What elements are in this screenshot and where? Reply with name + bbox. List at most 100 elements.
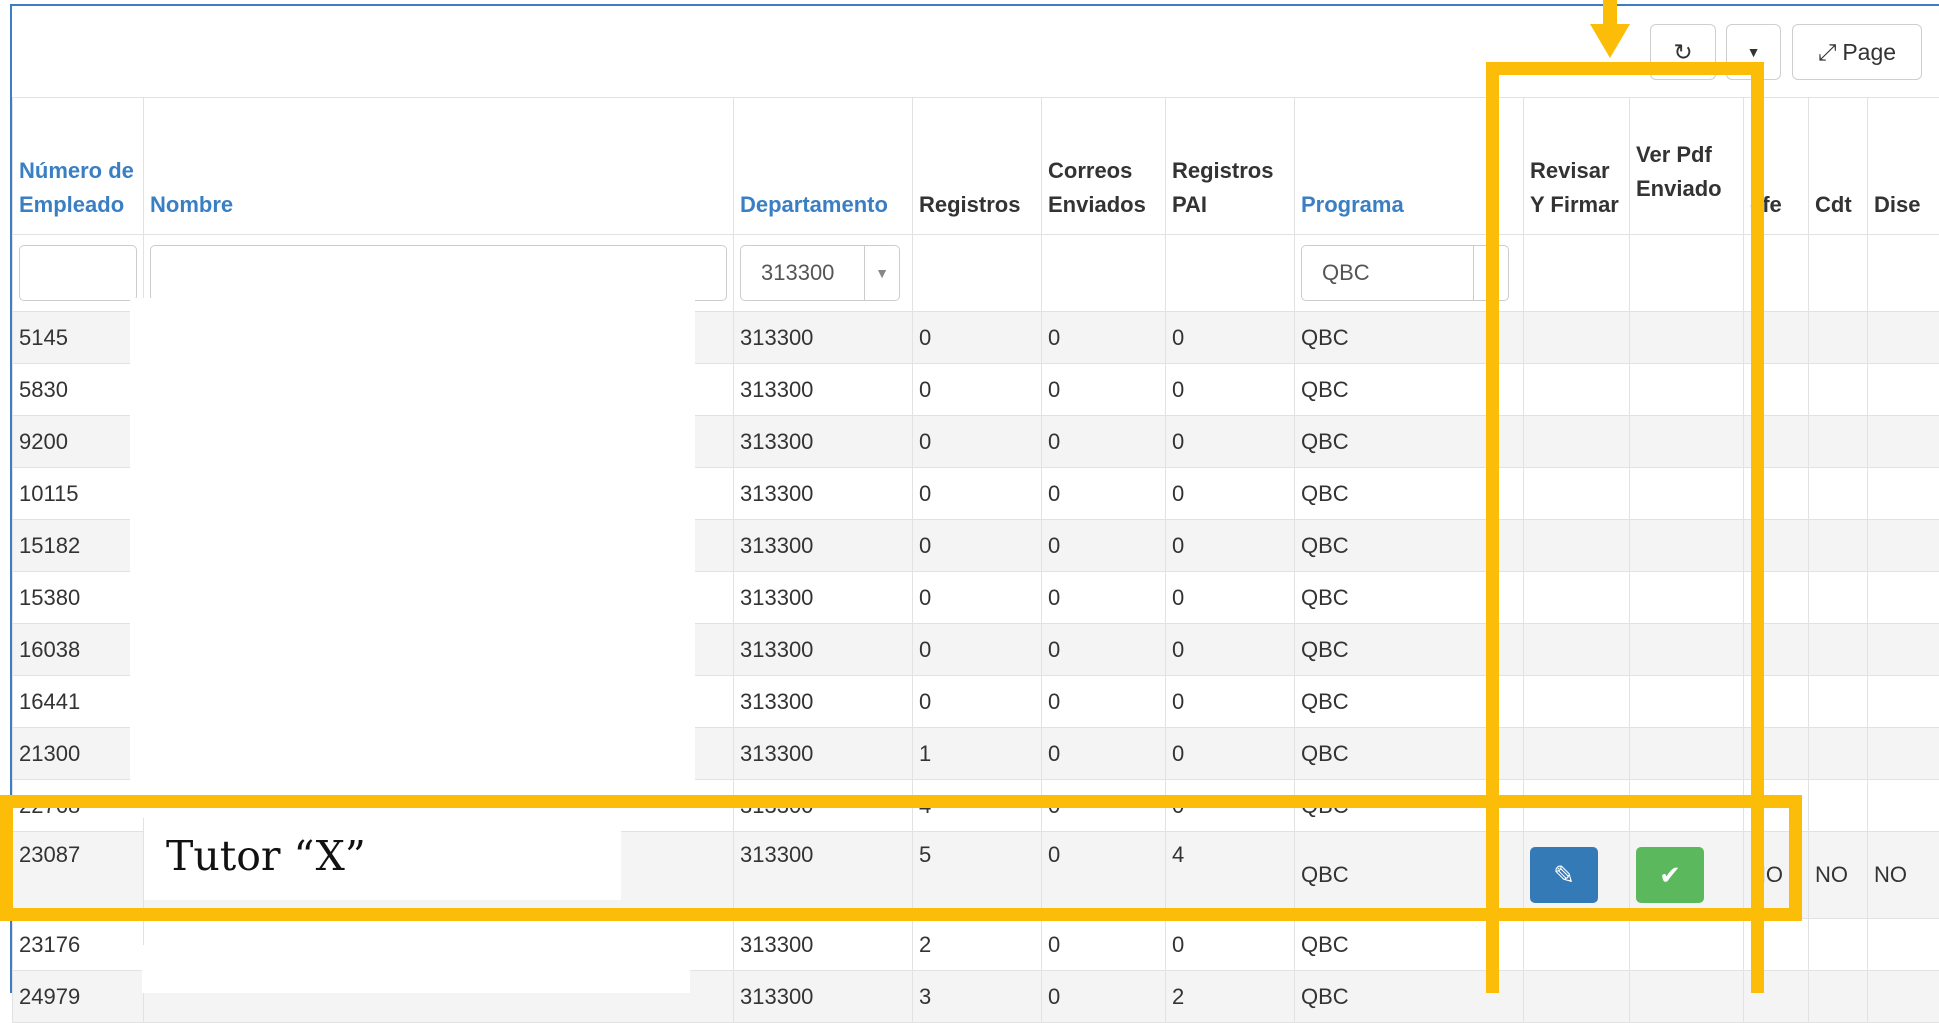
- cell-num: 16038: [13, 624, 144, 676]
- cell-num: 9200: [13, 416, 144, 468]
- page-toggle-label: Page: [1842, 39, 1896, 66]
- cell-num: 15380: [13, 572, 144, 624]
- cell-dise: [1868, 312, 1939, 364]
- program-filter[interactable]: QBC ▼: [1301, 245, 1509, 301]
- redacted-names: [130, 298, 695, 818]
- column-header-registros: Registros: [913, 98, 1042, 235]
- page-toggle-button[interactable]: ⤢ Page: [1792, 24, 1922, 80]
- cell-cdt: [1809, 572, 1868, 624]
- department-filter[interactable]: 313300 ▼: [740, 245, 900, 301]
- cell-num: 5830: [13, 364, 144, 416]
- cell-num: 23176: [13, 919, 144, 971]
- cell-depto: 313300: [734, 468, 913, 520]
- filter-cell: [1868, 235, 1939, 312]
- cell-correos: 0: [1042, 312, 1166, 364]
- cell-registros: 0: [913, 572, 1042, 624]
- cell-pai: 0: [1166, 312, 1295, 364]
- filter-cell-depto: 313300 ▼: [734, 235, 913, 312]
- column-header-cdt: Cdt: [1809, 98, 1868, 235]
- cell-depto: 313300: [734, 364, 913, 416]
- filter-cell: [1809, 235, 1868, 312]
- cell-cdt: [1809, 468, 1868, 520]
- cell-cdt: [1809, 728, 1868, 780]
- cell-correos: 0: [1042, 728, 1166, 780]
- cell-dise: [1868, 364, 1939, 416]
- cell-registros: 0: [913, 364, 1042, 416]
- cell-registros: 0: [913, 312, 1042, 364]
- column-header-pai: Registros PAI: [1166, 98, 1295, 235]
- cell-dise: [1868, 572, 1939, 624]
- cell-cdt: NO: [1809, 832, 1868, 919]
- cell-cdt: [1809, 312, 1868, 364]
- filter-cell: [1166, 235, 1295, 312]
- cell-correos: 0: [1042, 624, 1166, 676]
- employee-number-filter[interactable]: [19, 245, 137, 301]
- cell-correos: 0: [1042, 919, 1166, 971]
- program-filter-value: QBC: [1302, 260, 1473, 286]
- name-filter[interactable]: [150, 245, 727, 301]
- cell-dise: [1868, 919, 1939, 971]
- cell-cdt: [1809, 971, 1868, 1023]
- cell-pai: 0: [1166, 572, 1295, 624]
- cell-cdt: [1809, 676, 1868, 728]
- cell-registros: 3: [913, 971, 1042, 1023]
- cell-cdt: [1809, 364, 1868, 416]
- cell-registros: 0: [913, 416, 1042, 468]
- cell-depto: 313300: [734, 919, 913, 971]
- cell-correos: 0: [1042, 572, 1166, 624]
- department-filter-value: 313300: [741, 260, 864, 286]
- cell-correos: 0: [1042, 520, 1166, 572]
- column-header-depto[interactable]: Departamento: [734, 98, 913, 235]
- cell-pai: 2: [1166, 971, 1295, 1023]
- cell-depto: 313300: [734, 572, 913, 624]
- cell-depto: 313300: [734, 728, 913, 780]
- cell-cdt: [1809, 520, 1868, 572]
- cell-registros: 0: [913, 520, 1042, 572]
- cell-registros: 0: [913, 624, 1042, 676]
- cell-dise: [1868, 676, 1939, 728]
- filter-cell: [913, 235, 1042, 312]
- cell-dise: [1868, 416, 1939, 468]
- caret-down-icon: ▼: [864, 246, 899, 300]
- column-header-correos: Correos Enviados: [1042, 98, 1166, 235]
- cell-correos: 0: [1042, 416, 1166, 468]
- cell-registros: 1: [913, 728, 1042, 780]
- cell-dise: [1868, 780, 1939, 832]
- cell-depto: 313300: [734, 624, 913, 676]
- cell-num: 21300: [13, 728, 144, 780]
- cell-cdt: [1809, 780, 1868, 832]
- cell-depto: 313300: [734, 971, 913, 1023]
- compress-icon: ⤢: [1818, 39, 1836, 66]
- cell-pai: 0: [1166, 676, 1295, 728]
- cell-depto: 313300: [734, 520, 913, 572]
- cell-pai: 0: [1166, 919, 1295, 971]
- cell-correos: 0: [1042, 676, 1166, 728]
- highlight-tutor-row: [0, 795, 1802, 921]
- cell-depto: 313300: [734, 676, 913, 728]
- cell-registros: 0: [913, 468, 1042, 520]
- cell-cdt: [1809, 416, 1868, 468]
- cell-registros: 2: [913, 919, 1042, 971]
- redacted-names-bottom: [142, 945, 690, 993]
- cell-num: 16441: [13, 676, 144, 728]
- cell-dise: [1868, 624, 1939, 676]
- filter-cell-num: [13, 235, 144, 312]
- cell-depto: 313300: [734, 312, 913, 364]
- column-header-num[interactable]: Número de Empleado: [13, 98, 144, 235]
- cell-correos: 0: [1042, 364, 1166, 416]
- cell-pai: 0: [1166, 468, 1295, 520]
- cell-dise: [1868, 520, 1939, 572]
- cell-num: 10115: [13, 468, 144, 520]
- filter-cell: [1042, 235, 1166, 312]
- cell-registros: 0: [913, 676, 1042, 728]
- cell-pai: 0: [1166, 416, 1295, 468]
- cell-pai: 0: [1166, 364, 1295, 416]
- cell-dise: NO: [1868, 832, 1939, 919]
- cell-pai: 0: [1166, 728, 1295, 780]
- column-header-dise: Dise: [1868, 98, 1939, 235]
- cell-pai: 0: [1166, 624, 1295, 676]
- cell-dise: [1868, 468, 1939, 520]
- cell-num: 15182: [13, 520, 144, 572]
- cell-num: 5145: [13, 312, 144, 364]
- column-header-nombre[interactable]: Nombre: [144, 98, 734, 235]
